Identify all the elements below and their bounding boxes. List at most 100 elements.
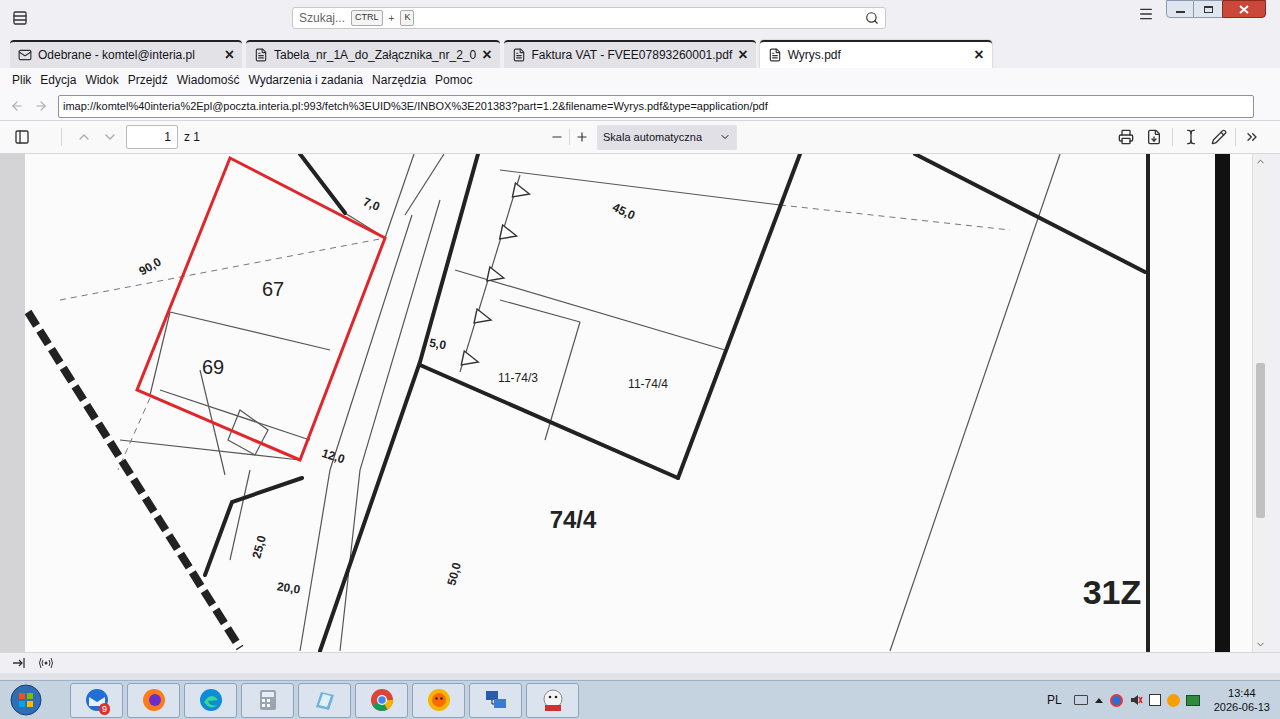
- menu-item[interactable]: Pomoc: [435, 71, 472, 89]
- firefox-icon: [141, 687, 167, 713]
- clock-time: 13:44: [1228, 686, 1256, 700]
- taskbar-app[interactable]: [241, 683, 294, 718]
- menu-item[interactable]: Edycja: [40, 71, 76, 89]
- zoom-in-icon[interactable]: [575, 130, 589, 144]
- previous-page-icon[interactable]: [76, 129, 92, 145]
- taskbar-app[interactable]: [355, 683, 408, 718]
- taskbar-app[interactable]: 9: [70, 683, 123, 718]
- volume-icon[interactable]: [1129, 693, 1143, 707]
- zoom-select[interactable]: Skala automatyczna: [597, 125, 737, 150]
- search-icon[interactable]: [865, 11, 879, 25]
- taskbar: 9 PL 13:442026-06-13: [0, 680, 1280, 719]
- tab[interactable]: Wyrys.pdf ×: [760, 40, 992, 68]
- menu-bar: Plik Edycja Widok Przejdź Wiadomość Wydarzeni…: [0, 68, 1280, 92]
- spaces-icon[interactable]: [12, 10, 28, 26]
- menu-item[interactable]: Wiadomość: [177, 71, 240, 89]
- map-label: 25,0: [249, 534, 269, 560]
- map-label: 74/4: [550, 506, 597, 533]
- start-button[interactable]: [6, 682, 46, 718]
- pane-toggle-icon[interactable]: [12, 657, 26, 669]
- map-label: 50,0: [444, 561, 464, 587]
- maximize-button[interactable]: [1194, 0, 1222, 18]
- url-field[interactable]: imap://komtel%40interia%2Epl@poczta.inte…: [58, 95, 1254, 118]
- document-icon: [512, 48, 526, 62]
- zoom-out-icon[interactable]: [550, 130, 564, 144]
- tab-label: Odebrane - komtel@interia.pl: [38, 46, 219, 64]
- mail-icon: [18, 48, 32, 62]
- menu-item[interactable]: Narzędzia: [372, 71, 426, 89]
- tab-close[interactable]: ×: [974, 47, 983, 63]
- tab[interactable]: Faktura VAT - FVEE07893260001.pdf ×: [504, 40, 756, 68]
- tab[interactable]: Odebrane - komtel@interia.pl ×: [10, 40, 242, 68]
- sun-icon: [426, 687, 452, 713]
- language-indicator[interactable]: PL: [1047, 691, 1062, 709]
- scroll-up-icon[interactable]: [1255, 156, 1266, 167]
- draw-tool-icon[interactable]: [1211, 129, 1227, 145]
- app-badge: 9: [99, 703, 110, 715]
- map-label: 45,0: [610, 200, 637, 223]
- search-field[interactable]: Szukaj...CTRL+K: [292, 7, 886, 29]
- taskbar-app[interactable]: [127, 683, 180, 718]
- desktop: Szukaj...CTRL+K Odebrane - komtel@interia…: [0, 0, 1280, 719]
- scrollbar-thumb[interactable]: [1256, 363, 1265, 517]
- dropdown-icon: [719, 131, 731, 143]
- sun-tray-icon[interactable]: [1167, 694, 1180, 707]
- taskbar-app[interactable]: [298, 683, 351, 718]
- tab-close[interactable]: ×: [738, 47, 747, 63]
- map-label: 12,0: [320, 446, 347, 467]
- tab[interactable]: Tabela_nr_1A_do_Załącznika_nr_2_0 ×: [246, 40, 500, 68]
- online-status-icon[interactable]: [38, 657, 54, 669]
- title-bar: Szukaj...CTRL+K: [0, 0, 1280, 36]
- close-button[interactable]: [1222, 0, 1266, 18]
- taskbar-app[interactable]: [469, 683, 522, 718]
- address-bar: imap://komtel%40interia%2Epl@poczta.inte…: [0, 92, 1280, 120]
- caption-buttons: [1166, 0, 1266, 18]
- menu-item[interactable]: Widok: [85, 71, 118, 89]
- next-page-icon[interactable]: [102, 129, 118, 145]
- tab-label: Wyrys.pdf: [788, 46, 969, 64]
- back-icon[interactable]: [10, 99, 24, 113]
- map-label: 31Z: [1083, 573, 1142, 611]
- print-icon[interactable]: [1118, 129, 1134, 145]
- text-tool-icon[interactable]: [1183, 129, 1199, 145]
- scroll-down-icon[interactable]: [1255, 639, 1266, 650]
- scrollbar[interactable]: [1252, 154, 1268, 652]
- show-hidden-icon[interactable]: [1094, 696, 1104, 704]
- tab-label: Tabela_nr_1A_do_Załącznika_nr_2_0: [274, 46, 476, 64]
- taskbar-app[interactable]: [526, 683, 579, 718]
- sidebar-toggle-icon[interactable]: [14, 129, 30, 145]
- map-label: 67: [262, 278, 284, 300]
- menu-item[interactable]: Plik: [12, 71, 31, 89]
- pdf-toolbar: 1 z 1 Skala automatyczna: [0, 120, 1280, 154]
- map-label: 11-74/4: [628, 377, 668, 391]
- map-drawing: 67697,045,090,05,011-74/311-74/474/412,0…: [25, 154, 1252, 652]
- shortcut-key: CTRL: [351, 10, 383, 26]
- map-label: 20,0: [276, 579, 301, 596]
- tab-close[interactable]: ×: [482, 47, 491, 63]
- network-tray-icon[interactable]: [1186, 695, 1200, 706]
- tab-label: Faktura VAT - FVEE07893260001.pdf: [532, 46, 733, 64]
- more-tools-icon[interactable]: [1244, 129, 1260, 145]
- menu-item[interactable]: Przejdź: [128, 71, 168, 89]
- close-icon: [1239, 5, 1249, 14]
- map-label: 7,0: [361, 195, 382, 214]
- keyboard-icon[interactable]: [1074, 695, 1088, 705]
- save-icon[interactable]: [1146, 129, 1162, 145]
- security-icon[interactable]: [1110, 694, 1123, 707]
- shortcut-key: K: [400, 10, 414, 26]
- menu-item[interactable]: Wydarzenia i zadania: [248, 71, 363, 89]
- chrome-icon: [369, 687, 395, 713]
- plot-outline: [137, 158, 385, 460]
- minimize-button[interactable]: [1166, 0, 1194, 18]
- clock[interactable]: 13:442026-06-13: [1214, 686, 1270, 714]
- tab-close[interactable]: ×: [225, 47, 234, 63]
- map-label: 11-74/3: [498, 371, 538, 385]
- pdf24-icon: [540, 687, 566, 713]
- taskbar-app[interactable]: [184, 683, 237, 718]
- forward-icon[interactable]: [34, 99, 48, 113]
- taskbar-app[interactable]: [412, 683, 465, 718]
- action-center-icon[interactable]: [1149, 694, 1161, 706]
- page-input[interactable]: 1: [126, 125, 178, 149]
- page-count: z 1: [184, 128, 200, 146]
- menu-icon[interactable]: [1138, 6, 1154, 22]
